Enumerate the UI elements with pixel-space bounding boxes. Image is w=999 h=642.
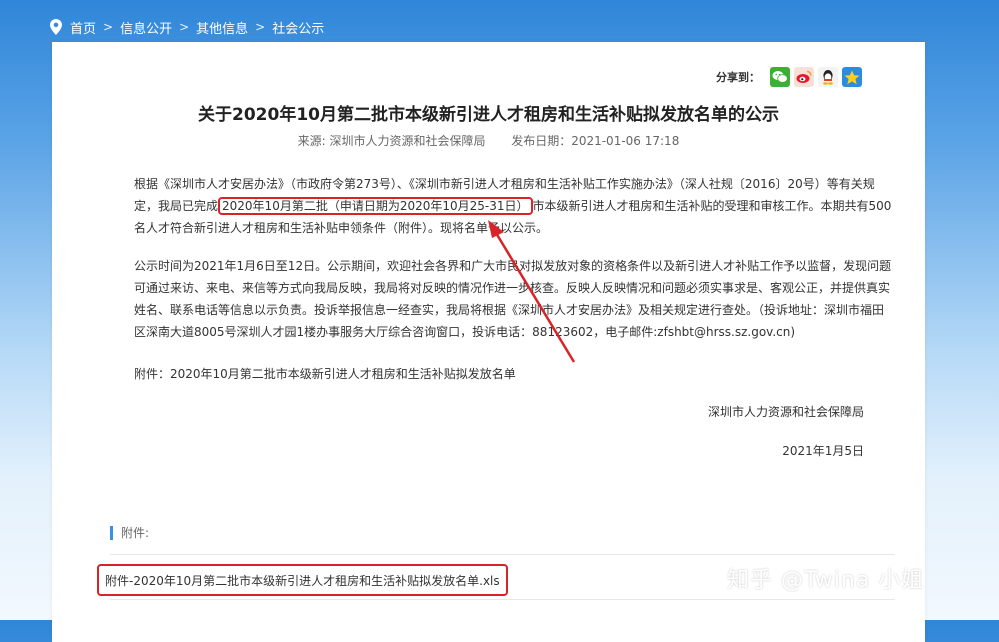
article-publish-date: 发布日期：2021-01-06 17:18 — [511, 134, 680, 148]
qq-icon[interactable] — [818, 67, 838, 87]
article-meta: 来源: 深圳市人力资源和社会保障局 发布日期：2021-01-06 17:18 — [52, 132, 925, 149]
breadcrumb-separator: > — [179, 20, 190, 34]
breadcrumb-separator: > — [255, 20, 266, 34]
wechat-icon[interactable] — [770, 67, 790, 87]
watermark: 知乎 @Twina 小姐 — [727, 568, 925, 593]
attachment-file-link[interactable]: 附件-2020年10月第二批市本级新引进人才租房和生活补贴拟发放名单.xls — [97, 564, 508, 596]
location-pin-icon — [50, 19, 62, 35]
article-source: 来源: 深圳市人力资源和社会保障局 — [297, 134, 486, 148]
divider — [110, 599, 895, 600]
breadcrumb-public-notice[interactable]: 社会公示 — [272, 18, 324, 37]
weibo-icon[interactable] — [794, 67, 814, 87]
share-label: 分享到： — [716, 71, 760, 84]
divider — [110, 554, 895, 555]
breadcrumb-info-disclosure[interactable]: 信息公开 — [120, 18, 172, 37]
article-paragraph-3: 附件：2020年10月第二批市本级新引进人才租房和生活补贴拟发放名单 — [134, 367, 516, 381]
highlighted-application-period: 2020年10月第二批（申请日期为2020年10月25-31日） — [218, 197, 533, 215]
article-paragraph-2: 公示时间为2021年1月6日至12日。公示期间，欢迎社会各界和广大市民对拟发放对… — [134, 259, 892, 339]
breadcrumb-separator: > — [103, 20, 114, 34]
share-bar: 分享到： — [716, 67, 862, 87]
breadcrumb: 首页 > 信息公开 > 其他信息 > 社会公示 — [50, 17, 324, 37]
article-card: 分享到： 关于2020年10月第二批市本级新引进人才租房和生活补贴拟发放名单的公… — [52, 42, 925, 642]
qzone-icon[interactable] — [842, 67, 862, 87]
article-title: 关于2020年10月第二批市本级新引进人才租房和生活补贴拟发放名单的公示 — [198, 105, 779, 125]
attachments-heading: 附件: — [110, 526, 149, 540]
article-sign-date: 2021年1月5日 — [782, 444, 864, 458]
article-paragraph-1: 根据《深圳市人才安居办法》（市政府令第273号）、《深圳市新引进人才租房和生活补… — [110, 173, 894, 239]
article-signature: 深圳市人力资源和社会保障局 — [707, 405, 864, 419]
breadcrumb-home[interactable]: 首页 — [70, 18, 96, 37]
breadcrumb-other-info[interactable]: 其他信息 — [196, 18, 248, 37]
